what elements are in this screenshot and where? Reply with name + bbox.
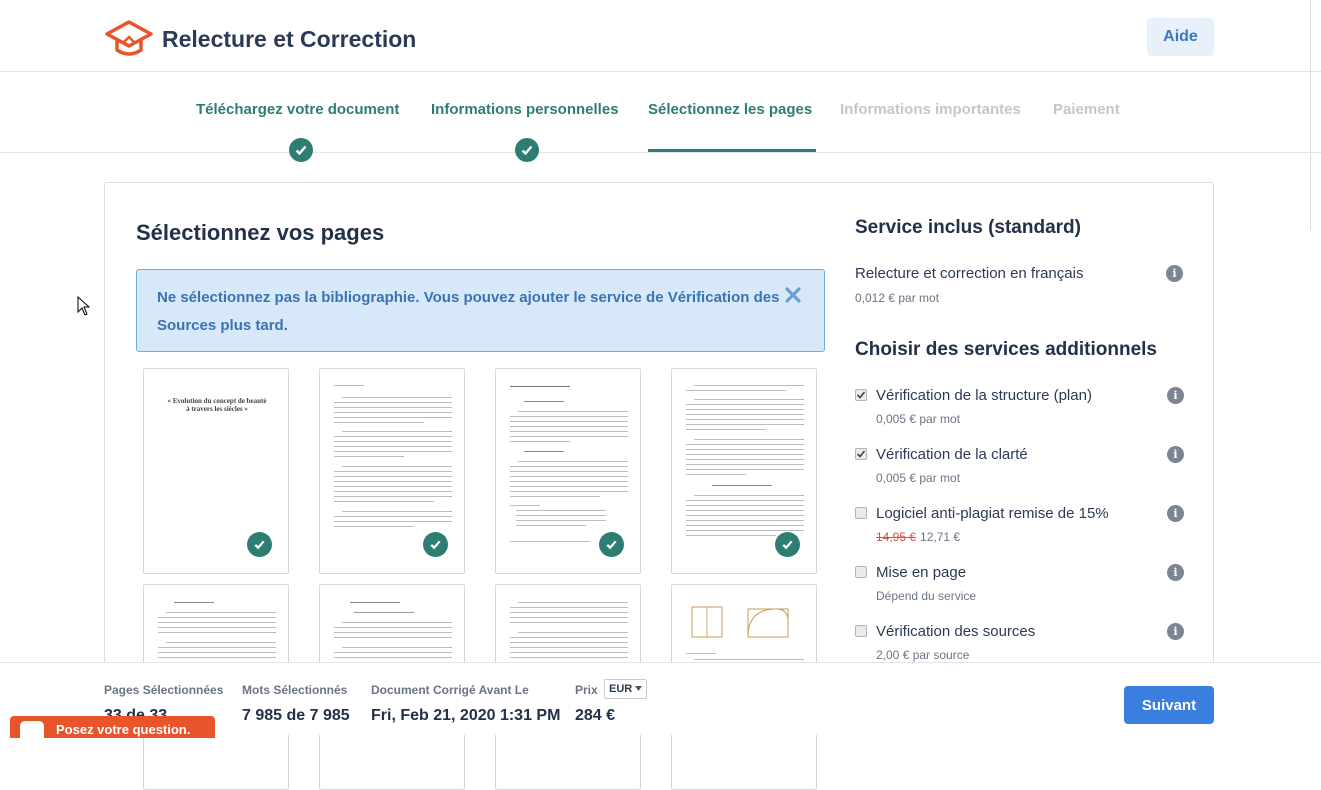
discounted-price: 12,71 € — [920, 530, 961, 544]
page-thumbnail[interactable] — [671, 368, 817, 574]
option-label[interactable]: Vérification des sources — [876, 623, 1035, 640]
app-header: Relecture et Correction Aide — [0, 0, 1321, 72]
due-date-label: Document Corrigé Avant Le — [371, 683, 529, 697]
step-personal-info-check-icon — [515, 138, 539, 162]
words-selected-value: 7 985 de 7 985 — [242, 707, 350, 724]
close-icon[interactable] — [783, 284, 803, 306]
info-icon[interactable]: i — [1167, 623, 1184, 640]
option-price: Dépend du service — [876, 589, 977, 603]
order-summary-bar: Pages Sélectionnées 33 de 33 Mots Sélect… — [0, 662, 1321, 738]
page-title: Sélectionnez vos pages — [136, 220, 385, 245]
page-thumbnail[interactable] — [319, 368, 465, 574]
due-date-value: Fri, Feb 21, 2020 1:31 PM — [371, 707, 561, 724]
progress-steps: Téléchargez votre document Informations … — [0, 73, 1321, 162]
info-icon[interactable]: i — [1167, 505, 1184, 522]
sources-checkbox[interactable] — [855, 625, 867, 637]
currency-value: EUR — [609, 683, 633, 695]
option-label[interactable]: Logiciel anti-plagiat remise de 15% — [876, 505, 1109, 522]
included-service-heading: Service inclus (standard) — [855, 217, 1081, 238]
page-selection-card: Sélectionnez vos pages Ne sélectionnez p… — [104, 182, 1214, 790]
option-price: 14,95 €12,71 € — [876, 530, 960, 544]
page-thumbnail[interactable] — [495, 368, 641, 574]
option-plagiarism: Logiciel anti-plagiat remise de 15% 14,9… — [855, 505, 1185, 555]
bibliography-alert: Ne sélectionnez pas la bibliographie. Vo… — [136, 269, 825, 352]
check-circle-icon — [423, 532, 448, 557]
plagiarism-checkbox[interactable] — [855, 507, 867, 519]
info-icon[interactable]: i — [1167, 387, 1184, 404]
old-price: 14,95 € — [876, 530, 917, 544]
included-service-name: Relecture et correction en français — [855, 265, 1084, 282]
step-upload[interactable]: Téléchargez votre document — [196, 101, 399, 118]
check-circle-icon — [599, 532, 624, 557]
app-title: Relecture et Correction — [162, 26, 417, 52]
structure-checkbox[interactable] — [855, 389, 867, 401]
option-layout: Mise en page Dépend du service i — [855, 564, 1185, 614]
step-select-pages[interactable]: Sélectionnez les pages — [648, 101, 812, 118]
mouse-cursor-icon — [77, 296, 91, 316]
graduation-cap-logo[interactable] — [103, 17, 155, 59]
price-value: 284 € — [575, 707, 616, 724]
step-payment: Paiement — [1053, 101, 1120, 118]
next-button[interactable]: Suivant — [1124, 686, 1214, 724]
option-structure: Vérification de la structure (plan) 0,00… — [855, 387, 1185, 437]
price-label: Prix — [575, 683, 598, 697]
option-price: 2,00 € par source — [876, 648, 970, 662]
words-selected-label: Mots Sélectionnés — [242, 683, 348, 697]
step-personal-info[interactable]: Informations personnelles — [431, 101, 619, 118]
chat-bubble-icon — [20, 721, 44, 738]
included-service-price: 0,012 € par mot — [855, 291, 940, 305]
option-label[interactable]: Vérification de la structure (plan) — [876, 387, 1092, 404]
pages-selected-label: Pages Sélectionnées — [104, 683, 224, 697]
option-price: 0,005 € par mot — [876, 412, 961, 426]
chevron-down-icon — [635, 686, 642, 691]
info-icon[interactable]: i — [1167, 446, 1184, 463]
currency-select[interactable]: EUR — [604, 679, 647, 699]
option-price: 0,005 € par mot — [876, 471, 961, 485]
step-upload-check-icon — [289, 138, 313, 162]
option-clarity: Vérification de la clarté 0,005 € par mo… — [855, 446, 1185, 496]
info-icon[interactable]: i — [1167, 564, 1184, 581]
step-important-info: Informations importantes — [840, 101, 1021, 118]
additional-services-heading: Choisir des services additionnels — [855, 339, 1157, 360]
active-step-indicator — [648, 149, 816, 152]
layout-checkbox[interactable] — [855, 566, 867, 578]
check-circle-icon — [247, 532, 272, 557]
help-button[interactable]: Aide — [1147, 18, 1214, 56]
alert-message: Ne sélectionnez pas la bibliographie. Vo… — [157, 289, 780, 334]
info-icon[interactable]: i — [1166, 265, 1183, 282]
check-circle-icon — [775, 532, 800, 557]
clarity-checkbox[interactable] — [855, 448, 867, 460]
option-label[interactable]: Mise en page — [876, 564, 966, 581]
page-thumbnail[interactable]: « Evolution du concept de beauté à traver… — [143, 368, 289, 574]
option-label[interactable]: Vérification de la clarté — [876, 446, 1028, 463]
